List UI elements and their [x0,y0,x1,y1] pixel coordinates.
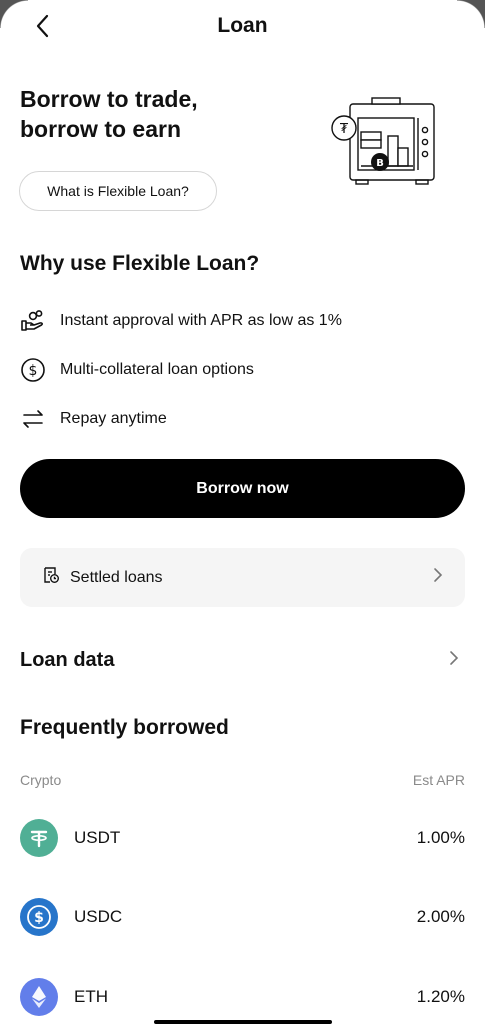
svg-text:$: $ [29,363,38,379]
crypto-row-eth[interactable]: ETH 1.20% [20,977,465,1017]
column-header-crypto: Crypto [20,772,62,788]
usdc-icon: $ [20,898,58,936]
crypto-apr: 1.20% [416,987,465,1006]
hero-title-line1: Borrow to trade, [20,86,198,112]
eth-icon [20,978,58,1016]
crypto-row-usdt[interactable]: USDT 1.00% [20,818,465,858]
settled-loans-item[interactable]: Settled loans [20,548,465,607]
home-indicator[interactable] [154,1020,332,1024]
feature-label: Repay anytime [60,410,167,427]
dollar-circle-icon: $ [20,357,46,383]
svg-text:₮: ₮ [340,122,349,137]
crypto-apr: 2.00% [416,907,465,926]
crypto-symbol: USDT [74,828,121,847]
loan-data-label: Loan data [20,648,115,671]
borrow-now-button[interactable]: Borrow now [20,459,465,518]
loan-screen: Loan Borrow to trade, borrow to earn Wha… [0,0,485,1024]
receipt-clock-icon [42,566,60,589]
feature-item: $ Multi-collateral loan options [20,356,254,384]
svg-text:$: $ [34,910,44,926]
loan-data-row[interactable]: Loan data [20,646,465,674]
settled-loans-label: Settled loans [70,568,163,586]
header: Loan [0,0,485,54]
chevron-right-icon [449,650,459,671]
column-header-apr: Est APR [412,772,465,788]
feature-item: Instant approval with APR as low as 1% [20,307,342,335]
swap-arrows-icon [20,406,46,432]
hero-title: Borrow to trade, borrow to earn [20,84,300,144]
feature-label: Instant approval with APR as low as 1% [60,312,342,329]
frequently-borrowed-title: Frequently borrowed [20,716,229,739]
chevron-right-icon [433,567,443,588]
usdt-icon [20,819,58,857]
what-is-flexible-loan-button[interactable]: What is Flexible Loan? [19,171,217,211]
feature-label: Multi-collateral loan options [60,361,254,378]
crypto-apr: 1.00% [416,828,465,847]
feature-item: Repay anytime [20,405,167,433]
crypto-row-usdc[interactable]: $ USDC 2.00% [20,897,465,937]
crypto-symbol: ETH [74,987,108,1006]
why-use-title: Why use Flexible Loan? [20,252,260,275]
svg-text:B: B [376,158,384,169]
hand-coins-icon [20,308,46,334]
page-title: Loan [217,14,268,37]
loan-safe-illustration: ₮ B [331,97,435,185]
crypto-symbol: USDC [74,907,123,926]
hero-title-line2: borrow to earn [20,116,182,142]
